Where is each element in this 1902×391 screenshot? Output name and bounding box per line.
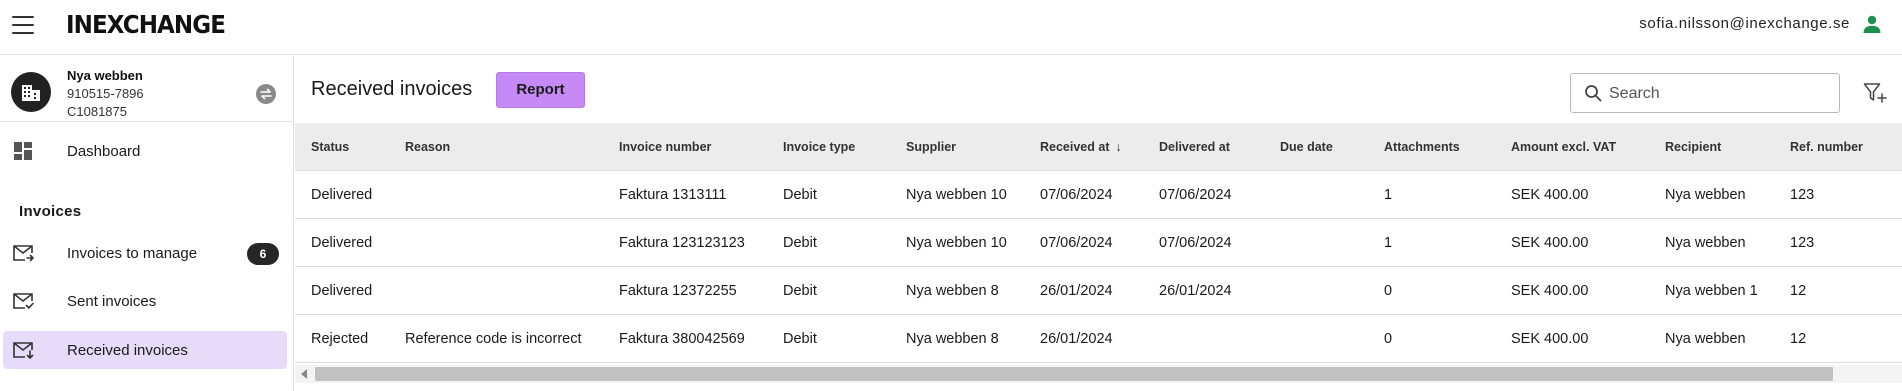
cell-amount: SEK 400.00 xyxy=(1511,187,1589,203)
cell-amount: SEK 400.00 xyxy=(1511,235,1589,251)
table-row[interactable]: Delivered Faktura 123123123 Debit Nya we… xyxy=(295,219,1902,267)
column-header-invoice-type[interactable]: Invoice type xyxy=(783,140,855,154)
cell-invoice-number: Faktura 1313111 xyxy=(619,187,727,203)
count-badge: 6 xyxy=(247,243,279,265)
sidebar-item-label: Sent invoices xyxy=(67,293,157,310)
cell-received-at: 26/01/2024 xyxy=(1040,331,1113,347)
cell-amount: SEK 400.00 xyxy=(1511,283,1589,299)
organization-card: Nya webben 910515-7896 C1081875 xyxy=(0,56,293,122)
cell-supplier: Nya webben 8 xyxy=(906,331,999,347)
cell-supplier: Nya webben 8 xyxy=(906,283,999,299)
cell-received-at: 07/06/2024 xyxy=(1040,187,1113,203)
cell-ref-number: 12 xyxy=(1790,331,1807,347)
cell-reason: Reference code is incorrect xyxy=(405,331,582,347)
customer-id: C1081875 xyxy=(67,104,127,119)
sidebar-item-label: Received invoices xyxy=(67,342,188,359)
cell-status: Delivered xyxy=(311,187,373,203)
cell-invoice-type: Debit xyxy=(783,187,817,203)
search-box[interactable] xyxy=(1570,73,1840,113)
cell-ref-number: 123 xyxy=(1790,187,1815,203)
mail-download-icon xyxy=(13,342,34,359)
cell-attachments: 1 xyxy=(1384,187,1393,203)
cell-amount: SEK 400.00 xyxy=(1511,331,1589,347)
cell-recipient: Nya webben 1 xyxy=(1665,283,1758,299)
top-bar: INEXCHANGE sofia.nilsson@inexchange.se xyxy=(0,0,1902,55)
cell-attachments: 0 xyxy=(1384,331,1393,347)
column-header-status[interactable]: Status xyxy=(311,140,349,154)
sidebar-item-label: Invoices to manage xyxy=(67,245,198,262)
cell-invoice-type: Debit xyxy=(783,283,817,299)
search-input[interactable] xyxy=(1609,83,1829,105)
cell-recipient: Nya webben xyxy=(1665,187,1746,203)
column-header-invoice-number[interactable]: Invoice number xyxy=(619,140,711,154)
column-header-label: Received at xyxy=(1040,140,1110,154)
cell-status: Delivered xyxy=(311,283,373,299)
mail-arrow-icon xyxy=(13,245,34,262)
mail-check-icon xyxy=(13,293,34,309)
table-row[interactable]: Delivered Faktura 1313111 Debit Nya webb… xyxy=(295,171,1902,219)
cell-invoice-number: Faktura 12372255 xyxy=(619,283,737,299)
search-icon xyxy=(1585,85,1602,102)
table-header: Status Reason Invoice number Invoice typ… xyxy=(295,123,1902,171)
organization-name: Nya webben xyxy=(67,68,143,83)
column-header-ref-number[interactable]: Ref. number xyxy=(1790,140,1863,154)
cell-ref-number: 123 xyxy=(1790,235,1815,251)
cell-recipient: Nya webben xyxy=(1665,235,1746,251)
cell-invoice-type: Debit xyxy=(783,331,817,347)
section-title-invoices: Invoices xyxy=(19,203,82,220)
sidebar-item-sent-invoices[interactable]: Sent invoices xyxy=(3,282,287,320)
column-header-supplier[interactable]: Supplier xyxy=(906,140,956,154)
column-header-reason[interactable]: Reason xyxy=(405,140,450,154)
sort-descending-icon[interactable]: ↓ xyxy=(1115,140,1121,154)
cell-delivered-at: 07/06/2024 xyxy=(1159,235,1232,251)
cell-ref-number: 12 xyxy=(1790,283,1807,299)
column-header-received-at[interactable]: Received at ↓ xyxy=(1040,140,1122,154)
scroll-left-arrow-icon[interactable] xyxy=(301,369,307,379)
main-content: Received invoices Report Status Reason I… xyxy=(295,56,1902,391)
app-logo[interactable]: INEXCHANGE xyxy=(66,10,226,39)
cell-attachments: 0 xyxy=(1384,283,1393,299)
cell-supplier: Nya webben 10 xyxy=(906,187,1007,203)
scrollbar-thumb[interactable] xyxy=(315,367,1833,381)
building-icon xyxy=(11,72,51,112)
cell-received-at: 07/06/2024 xyxy=(1040,235,1113,251)
cell-recipient: Nya webben xyxy=(1665,331,1746,347)
sidebar-item-invoices-to-manage[interactable]: Invoices to manage 6 xyxy=(3,234,287,272)
sidebar-item-dashboard[interactable]: Dashboard xyxy=(0,136,290,168)
horizontal-scrollbar[interactable] xyxy=(295,365,1902,383)
menu-icon[interactable] xyxy=(12,16,34,34)
sidebar-item-received-invoices[interactable]: Received invoices xyxy=(3,331,287,369)
cell-invoice-number: Faktura 123123123 xyxy=(619,235,745,251)
user-email[interactable]: sofia.nilsson@inexchange.se xyxy=(1639,15,1850,32)
table-row[interactable]: Delivered Faktura 12372255 Debit Nya web… xyxy=(295,267,1902,315)
sidebar-item-label: Dashboard xyxy=(67,143,141,160)
cell-invoice-type: Debit xyxy=(783,235,817,251)
cell-status: Delivered xyxy=(311,235,373,251)
sidebar: Nya webben 910515-7896 C1081875 Dashboar… xyxy=(0,56,294,391)
page-title: Received invoices xyxy=(311,78,473,100)
column-header-due-date[interactable]: Due date xyxy=(1280,140,1333,154)
cell-received-at: 26/01/2024 xyxy=(1040,283,1113,299)
organization-number: 910515-7896 xyxy=(67,86,144,101)
cell-supplier: Nya webben 10 xyxy=(906,235,1007,251)
user-icon[interactable] xyxy=(1862,14,1882,34)
report-button[interactable]: Report xyxy=(496,72,585,108)
column-header-recipient[interactable]: Recipient xyxy=(1665,140,1721,154)
cell-delivered-at: 07/06/2024 xyxy=(1159,187,1232,203)
column-header-amount[interactable]: Amount excl. VAT xyxy=(1511,140,1616,154)
switch-organization-icon[interactable] xyxy=(256,84,276,104)
table-row[interactable]: Rejected Reference code is incorrect Fak… xyxy=(295,315,1902,363)
add-filter-icon[interactable] xyxy=(1863,82,1887,104)
column-header-delivered-at[interactable]: Delivered at xyxy=(1159,140,1230,154)
cell-attachments: 1 xyxy=(1384,235,1393,251)
cell-status: Rejected xyxy=(311,331,369,347)
dashboard-icon xyxy=(14,142,32,160)
cell-delivered-at: 26/01/2024 xyxy=(1159,283,1232,299)
column-header-attachments[interactable]: Attachments xyxy=(1384,140,1460,154)
cell-invoice-number: Faktura 380042569 xyxy=(619,331,745,347)
